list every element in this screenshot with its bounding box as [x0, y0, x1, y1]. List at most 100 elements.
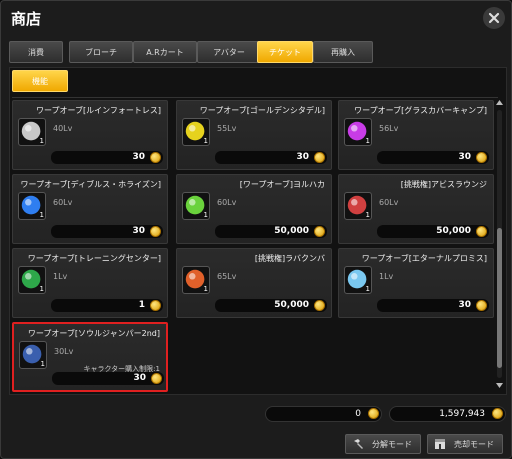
item-price: 30	[132, 152, 145, 162]
item-level: 40Lv	[53, 124, 73, 133]
item-name: [挑戦権]ラバクンバ	[254, 254, 325, 263]
item-name: ワープオーブ[ゴールデンシタデル]	[199, 106, 325, 115]
shop-icon	[435, 439, 445, 449]
coin-icon	[150, 300, 161, 311]
item-name: [挑戦権]アビスラウンジ	[400, 180, 487, 189]
soul-orb-icon[interactable]: 1	[19, 341, 47, 369]
item-card[interactable]: ワープオーブ[ソウルジャンパー2nd] 1 30Lv キャラクター購入制限:1 30	[12, 322, 168, 392]
item-card[interactable]: [挑戦権]ラバクンバ 1 65Lv 50,000	[176, 248, 332, 318]
scrollbar[interactable]	[495, 98, 504, 390]
item-level: 65Lv	[217, 272, 237, 281]
subtab-function[interactable]: 機能	[12, 70, 68, 92]
green-gate-icon[interactable]: 1	[182, 192, 210, 220]
title-bar: 商店	[1, 1, 511, 35]
price-bar: 30	[377, 151, 489, 164]
item-list-panel: 機能 ワープオーブ[ルインフォートレス] 1 40Lv 30 ワープオーブ[ゴールデンシ…	[9, 67, 507, 395]
item-card[interactable]: ワープオーブ[ゴールデンシタデル] 1 55Lv 30	[176, 100, 332, 170]
coin-icon	[476, 152, 487, 163]
item-price: 30	[132, 226, 145, 236]
item-quantity: 1	[39, 137, 44, 145]
divider	[12, 97, 498, 98]
close-icon	[488, 12, 500, 24]
item-price: 30	[458, 300, 471, 310]
hammer-icon	[354, 439, 363, 449]
item-name: ワープオーブ[トレーニングセンター]	[27, 254, 161, 263]
item-name: ワープオーブ[グラスカバーキャンプ]	[354, 106, 487, 115]
coin-icon	[314, 300, 325, 311]
item-quantity: 1	[203, 211, 208, 219]
item-level: 55Lv	[217, 124, 237, 133]
coin-icon	[314, 152, 325, 163]
price-bar: 30	[377, 299, 489, 312]
coin-icon	[150, 226, 161, 237]
item-price: 30	[296, 152, 309, 162]
item-price: 1	[138, 300, 145, 310]
item-level: 1Lv	[379, 272, 394, 281]
coin-icon	[150, 152, 161, 163]
price-bar: 50,000	[377, 225, 489, 238]
item-card[interactable]: ワープオーブ[ディブルス・ホライズン] 1 60Lv 30	[12, 174, 168, 244]
item-level: 60Lv	[53, 198, 73, 207]
tab-brooch[interactable]: ブローチ	[69, 41, 133, 63]
disassemble-mode-button[interactable]: 分解モード	[345, 434, 421, 454]
item-level: 60Lv	[217, 198, 237, 207]
coin-icon	[368, 408, 379, 419]
tab-rebuy[interactable]: 再購入	[313, 41, 373, 63]
item-quantity: 1	[203, 137, 208, 145]
item-level: 1Lv	[53, 272, 68, 281]
sell-mode-label: 売却モード	[454, 439, 494, 449]
price-bar: 30	[215, 151, 327, 164]
item-card[interactable]: ワープオーブ[グラスカバーキャンプ] 1 56Lv 30	[338, 100, 494, 170]
close-button[interactable]	[483, 7, 505, 29]
scroll-thumb[interactable]	[497, 228, 502, 368]
item-quantity: 1	[39, 211, 44, 219]
price-bar: 30	[51, 151, 163, 164]
item-quantity: 1	[40, 360, 45, 368]
item-level: 56Lv	[379, 124, 399, 133]
scroll-up-icon[interactable]	[495, 98, 504, 107]
item-quantity: 1	[203, 285, 208, 293]
coin-icon	[476, 300, 487, 311]
item-name: ワープオーブ[ディブルス・ホライズン]	[20, 180, 161, 189]
total-cost-value: 0	[355, 409, 361, 419]
crystal-orb-icon[interactable]: 1	[344, 266, 372, 294]
blue-orb-icon[interactable]: 1	[18, 192, 46, 220]
sell-mode-button[interactable]: 売却モード	[427, 434, 503, 454]
item-quantity: 1	[365, 285, 370, 293]
item-card[interactable]: ワープオーブ[トレーニングセンター] 1 1Lv 1	[12, 248, 168, 318]
tab-consumables[interactable]: 消費	[9, 41, 63, 63]
window-title: 商店	[11, 10, 42, 28]
item-card[interactable]: ワープオーブ[エターナルプロミス] 1 1Lv 30	[338, 248, 494, 318]
tab-ar-cart[interactable]: A.Rカート	[133, 41, 197, 63]
item-price: 50,000	[436, 226, 471, 236]
balance-field: 1,597,943	[389, 406, 506, 422]
gold-orb-icon[interactable]: 1	[182, 118, 210, 146]
item-name: ワープオーブ[ソウルジャンパー2nd]	[27, 329, 160, 338]
item-card[interactable]: [ワープオーブ]ヨルハカ 1 60Lv 50,000	[176, 174, 332, 244]
scroll-down-icon[interactable]	[495, 381, 504, 390]
item-price: 30	[133, 373, 146, 383]
price-bar: 30	[52, 372, 164, 385]
shop-window: 商店 消費 ブローチ A.Rカート アバター チケット 再購入 機能 ワープオー…	[0, 0, 512, 459]
item-card[interactable]: [挑戦権]アビスラウンジ 1 60Lv 50,000	[338, 174, 494, 244]
silver-orb-icon[interactable]: 1	[18, 118, 46, 146]
balance-value: 1,597,943	[439, 409, 485, 419]
item-card[interactable]: ワープオーブ[ルインフォートレス] 1 40Lv 30	[12, 100, 168, 170]
item-price: 50,000	[274, 226, 309, 236]
green-card-icon[interactable]: 1	[18, 266, 46, 294]
tab-ticket[interactable]: チケット	[257, 41, 313, 63]
item-quantity: 1	[39, 285, 44, 293]
coin-icon	[151, 373, 162, 384]
coin-icon	[476, 226, 487, 237]
disassemble-mode-label: 分解モード	[372, 439, 412, 449]
purple-orb-icon[interactable]: 1	[344, 118, 372, 146]
coin-icon	[314, 226, 325, 237]
item-quantity: 1	[365, 211, 370, 219]
item-price: 30	[458, 152, 471, 162]
item-level: 30Lv	[54, 347, 74, 356]
red-book-icon[interactable]: 1	[344, 192, 372, 220]
item-name: [ワープオーブ]ヨルハカ	[239, 180, 325, 189]
fire-gate-icon[interactable]: 1	[182, 266, 210, 294]
item-level: 60Lv	[379, 198, 399, 207]
tab-avatar[interactable]: アバター	[197, 41, 261, 63]
